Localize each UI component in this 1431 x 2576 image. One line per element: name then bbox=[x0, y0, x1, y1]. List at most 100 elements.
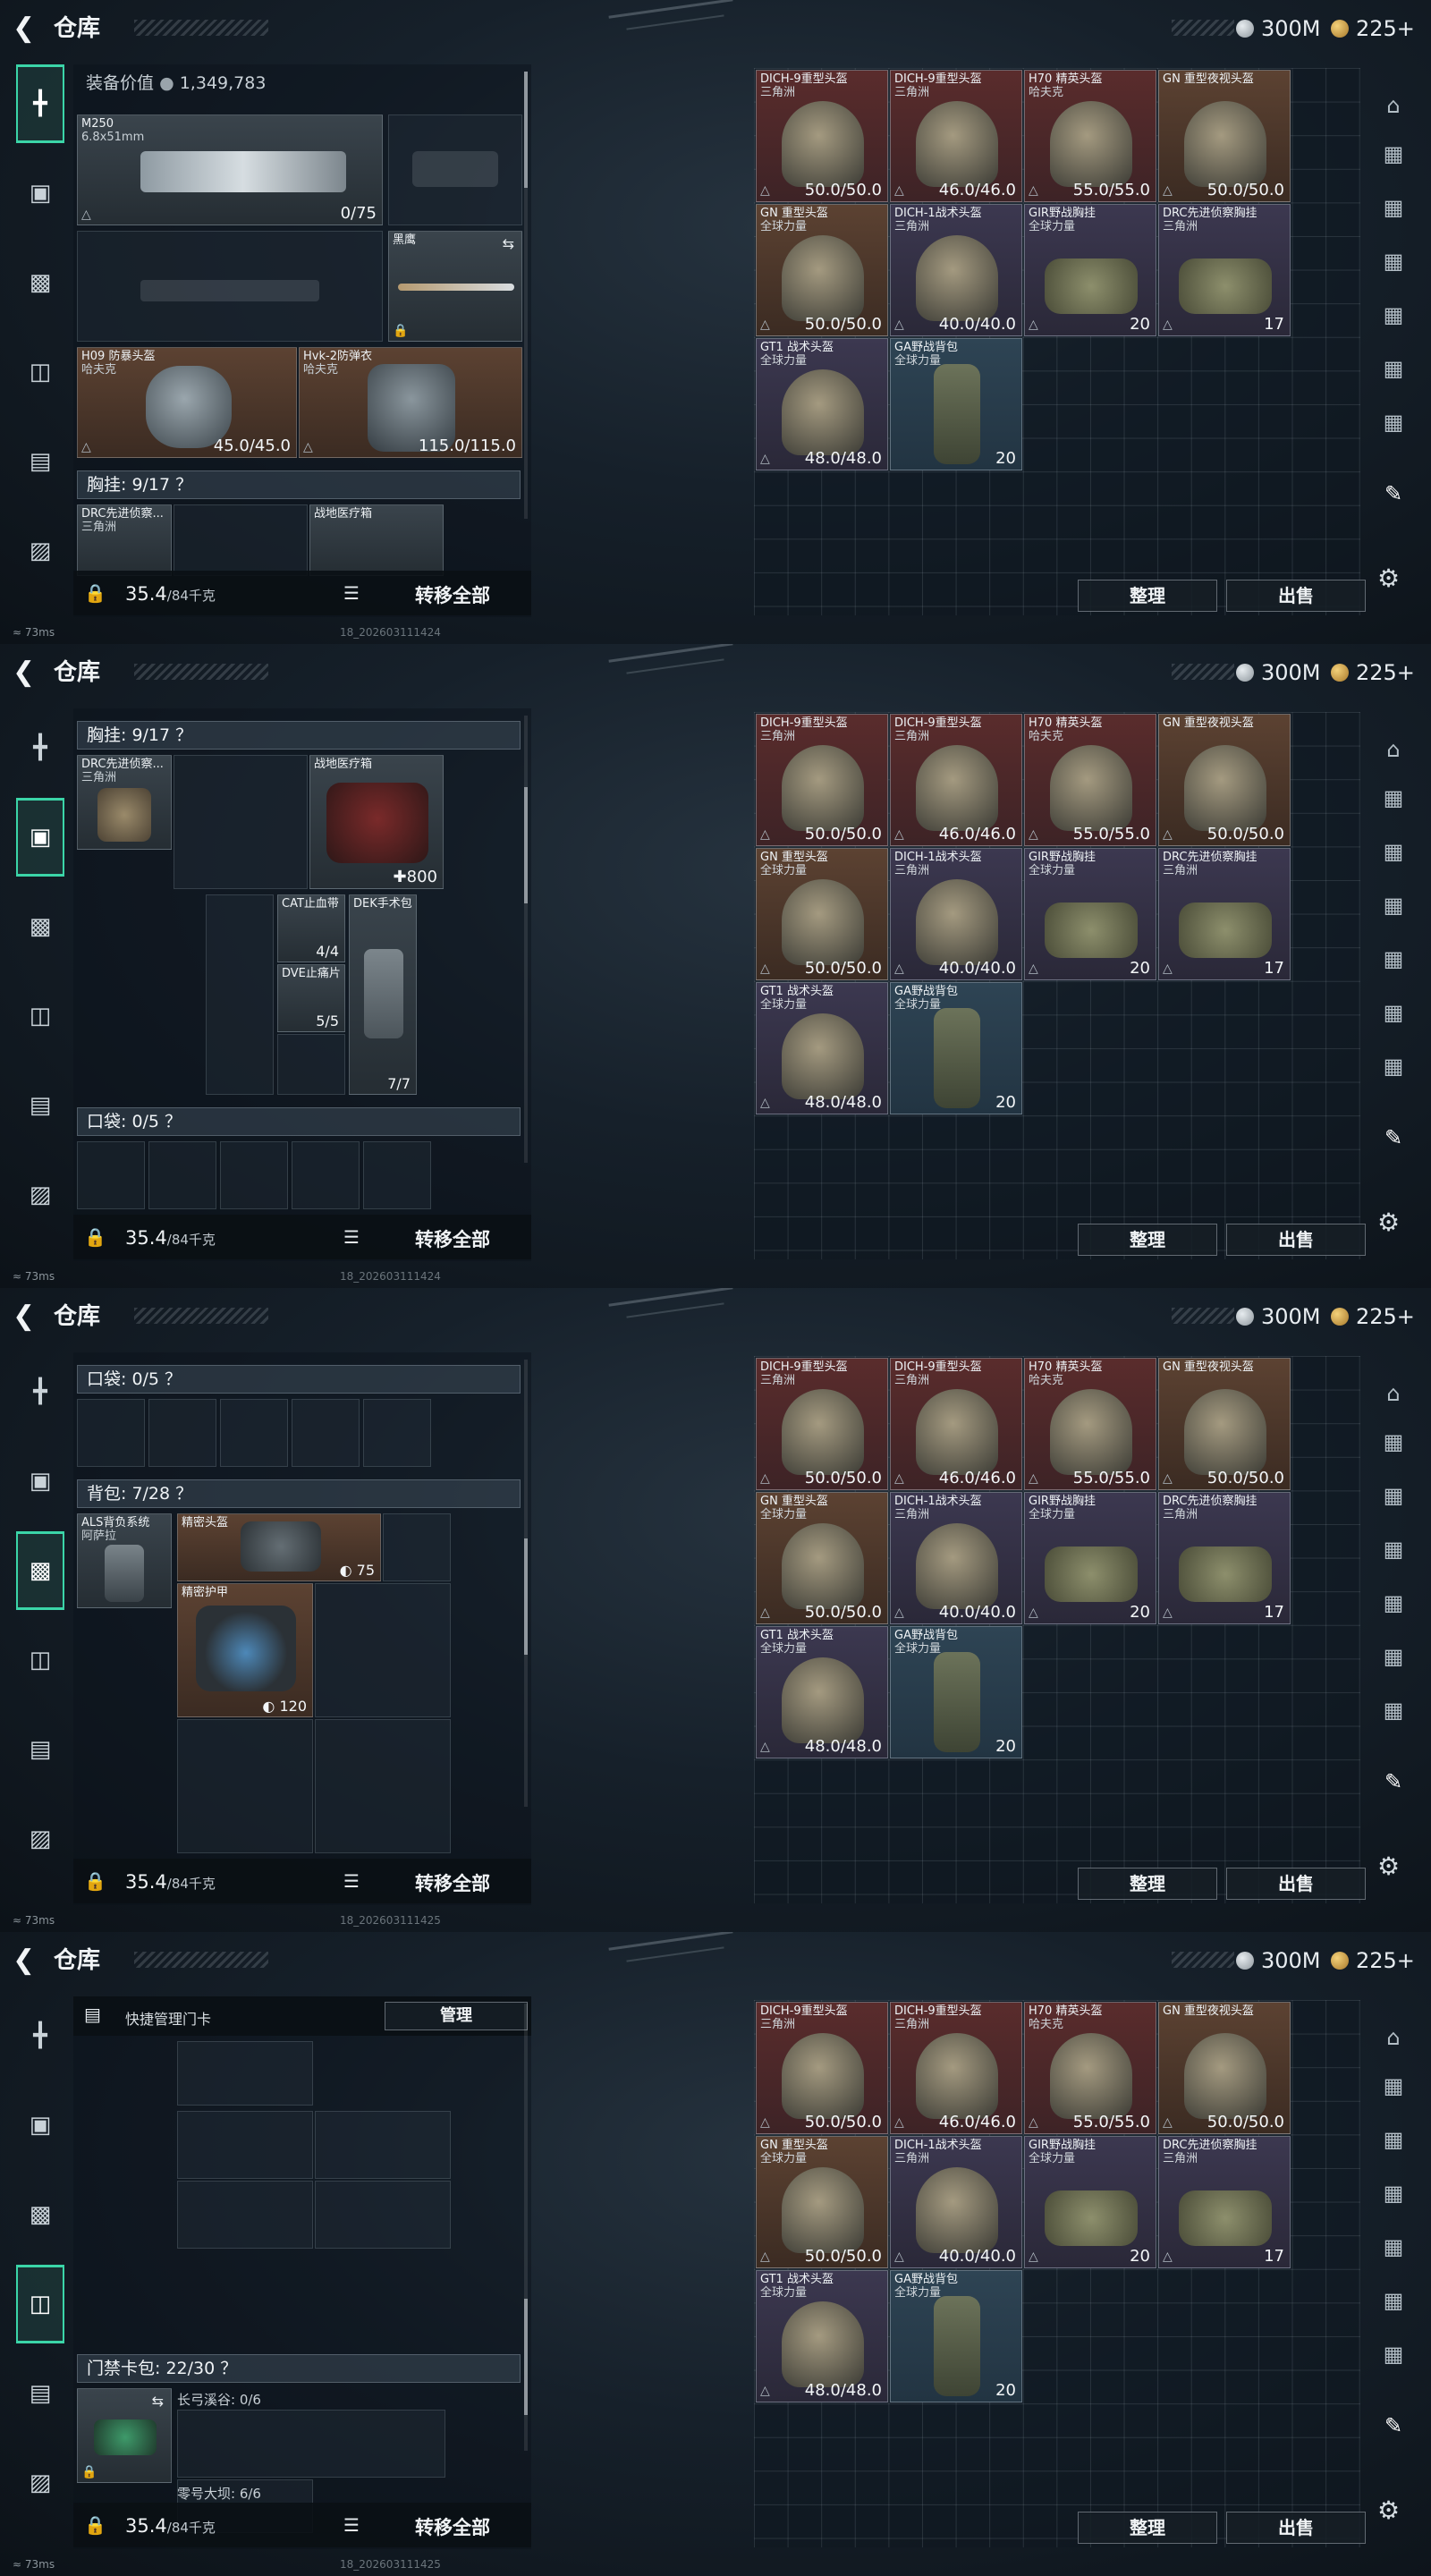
stash-tab-icon[interactable]: ▦ bbox=[1376, 2283, 1411, 2318]
sidebar-item-chest[interactable]: ▣ bbox=[16, 1442, 64, 1521]
stash-item[interactable]: DRC先进侦察胸挂 三角洲 △ 17 bbox=[1158, 848, 1291, 980]
scroll-thumb[interactable] bbox=[524, 1538, 528, 1655]
pocket-slot[interactable] bbox=[77, 1141, 145, 1209]
stash-item[interactable]: DICH-9重型头盔 三角洲 △ 50.0/50.0 bbox=[756, 2002, 888, 2134]
stash-item[interactable]: DRC先进侦察胸挂 三角洲 △ 17 bbox=[1158, 2136, 1291, 2268]
chest-rig-item[interactable]: DRC先进侦察... 三角洲 bbox=[77, 504, 172, 576]
sell-button[interactable]: 出售 bbox=[1226, 1868, 1366, 1900]
pocket-slot[interactable] bbox=[363, 1141, 431, 1209]
lock-icon[interactable]: 🔒 bbox=[84, 2514, 106, 2536]
sidebar-item-card[interactable]: ▤ bbox=[16, 1710, 64, 1789]
pocket-slot[interactable] bbox=[220, 1141, 288, 1209]
pocket-slot[interactable] bbox=[292, 1141, 360, 1209]
sidebar-item-backpack[interactable]: ▩ bbox=[16, 2175, 64, 2254]
keycard-row[interactable] bbox=[177, 2410, 445, 2478]
stash-tab-icon[interactable]: ▦ bbox=[1376, 297, 1411, 333]
stash-item[interactable]: GN 重型夜视头盔 △ 50.0/50.0 bbox=[1158, 714, 1291, 846]
pocket-slot[interactable] bbox=[148, 1141, 216, 1209]
stash-item[interactable]: GA野战背包 全球力量 20 bbox=[890, 1626, 1022, 1758]
transfer-all-button[interactable]: 转移全部 bbox=[415, 2513, 490, 2540]
stash-item[interactable]: GN 重型夜视头盔 △ 50.0/50.0 bbox=[1158, 2002, 1291, 2134]
stash-item[interactable]: DICH-1战术头盔 三角洲 △ 40.0/40.0 bbox=[890, 1492, 1022, 1624]
stash-item[interactable]: GIR野战胸挂 全球力量 △ 20 bbox=[1024, 204, 1156, 336]
stash-home-icon[interactable]: ⌂ bbox=[1376, 2020, 1411, 2055]
stash-item[interactable]: DICH-9重型头盔 三角洲 △ 46.0/46.0 bbox=[890, 714, 1022, 846]
stash-item[interactable]: GA野战背包 全球力量 20 bbox=[890, 2270, 1022, 2402]
keycard-slot[interactable] bbox=[177, 2111, 313, 2179]
stash-tab-icon[interactable]: ▦ bbox=[1376, 190, 1411, 225]
sidebar-item-keycard[interactable]: ◫ bbox=[16, 2265, 64, 2343]
sidebar-item-weapon[interactable]: ╋ bbox=[16, 708, 64, 787]
sort-button[interactable]: 整理 bbox=[1078, 1224, 1217, 1256]
stash-tab-icon[interactable]: ▦ bbox=[1376, 834, 1411, 869]
sidebar-item-case[interactable]: ▨ bbox=[16, 1800, 64, 1878]
lock-icon[interactable]: 🔒 bbox=[84, 582, 106, 604]
sidebar-item-backpack[interactable]: ▩ bbox=[16, 1531, 64, 1610]
loadout-scrollbar[interactable] bbox=[524, 1360, 528, 1807]
transfer-all-button[interactable]: 转移全部 bbox=[415, 581, 490, 608]
lock-icon[interactable]: 🔒 bbox=[84, 1870, 106, 1892]
pocket-slot[interactable] bbox=[77, 1399, 145, 1467]
chest-rig-header[interactable]: 胸挂: 9/17 ？ bbox=[77, 470, 521, 499]
sidebar-item-card[interactable]: ▤ bbox=[16, 1066, 64, 1145]
stash-item[interactable]: GIR野战胸挂 全球力量 △ 20 bbox=[1024, 848, 1156, 980]
stash-tab-icon[interactable]: ▦ bbox=[1376, 1424, 1411, 1460]
list-icon[interactable]: ☰ bbox=[343, 1226, 360, 1248]
settings-gear-icon[interactable]: ⚙ bbox=[1377, 1852, 1400, 1881]
manage-button[interactable]: 管理 bbox=[385, 2002, 528, 2030]
stash-tab-icon[interactable]: ▦ bbox=[1376, 1639, 1411, 1674]
stash-tab-icon[interactable]: ▦ bbox=[1376, 2229, 1411, 2265]
stash-item[interactable]: H70 精英头盔 哈夫克 △ 55.0/55.0 bbox=[1024, 70, 1156, 202]
transfer-all-button[interactable]: 转移全部 bbox=[415, 1225, 490, 1252]
sidebar-item-weapon[interactable]: ╋ bbox=[16, 64, 64, 143]
stash-item[interactable]: GT1 战术头盔 全球力量 △ 48.0/48.0 bbox=[756, 2270, 888, 2402]
primary-weapon-slot[interactable]: M250 6.8x51mm △ 0/75 bbox=[77, 114, 383, 225]
stash-tab-icon[interactable]: ▦ bbox=[1376, 243, 1411, 279]
pocket-header[interactable]: 口袋: 0/5 ？ bbox=[77, 1107, 521, 1136]
keycard-slot[interactable] bbox=[177, 2181, 313, 2249]
medbox-item[interactable]: 战地医疗箱 ✚800 bbox=[309, 755, 444, 889]
scroll-thumb[interactable] bbox=[524, 787, 528, 903]
stash-item[interactable]: DRC先进侦察胸挂 三角洲 △ 17 bbox=[1158, 1492, 1291, 1624]
stash-item[interactable]: DICH-9重型头盔 三角洲 △ 50.0/50.0 bbox=[756, 70, 888, 202]
stash-tab-icon[interactable]: ▦ bbox=[1376, 2122, 1411, 2157]
settings-gear-icon[interactable]: ⚙ bbox=[1377, 1208, 1400, 1237]
keycard-slot[interactable] bbox=[177, 2041, 313, 2106]
armor-slot[interactable]: Hvk-2防弹衣 哈夫克 △ 115.0/115.0 bbox=[299, 347, 522, 458]
stash-tab-icon[interactable]: ▦ bbox=[1376, 1048, 1411, 1084]
stash-tab-icon[interactable]: ▦ bbox=[1376, 351, 1411, 386]
stash-item[interactable]: DICH-9重型头盔 三角洲 △ 46.0/46.0 bbox=[890, 2002, 1022, 2134]
stash-item[interactable]: GT1 战术头盔 全球力量 △ 48.0/48.0 bbox=[756, 982, 888, 1114]
stash-item[interactable]: GN 重型夜视头盔 △ 50.0/50.0 bbox=[1158, 70, 1291, 202]
sell-button[interactable]: 出售 bbox=[1226, 1224, 1366, 1256]
pistol-slot[interactable] bbox=[388, 114, 522, 225]
sidebar-item-weapon[interactable]: ╋ bbox=[16, 1352, 64, 1431]
helmet-slot[interactable]: H09 防暴头盔 哈夫克 △ 45.0/45.0 bbox=[77, 347, 297, 458]
stash-item[interactable]: GN 重型头盔 全球力量 △ 50.0/50.0 bbox=[756, 204, 888, 336]
sidebar-item-card[interactable]: ▤ bbox=[16, 422, 64, 501]
stash-tab-icon[interactable]: ▦ bbox=[1376, 1692, 1411, 1728]
pocket-slot[interactable] bbox=[220, 1399, 288, 1467]
list-icon[interactable]: ☰ bbox=[343, 582, 360, 604]
stash-tab-icon[interactable]: ▦ bbox=[1376, 941, 1411, 977]
loadout-scrollbar[interactable] bbox=[524, 72, 528, 519]
stash-tab-icon[interactable]: ▦ bbox=[1376, 780, 1411, 816]
stash-item[interactable]: GN 重型头盔 全球力量 △ 50.0/50.0 bbox=[756, 848, 888, 980]
stash-item[interactable]: GN 重型头盔 全球力量 △ 50.0/50.0 bbox=[756, 2136, 888, 2268]
chest-slot-empty[interactable] bbox=[277, 1034, 345, 1095]
pocket-slot[interactable] bbox=[148, 1399, 216, 1467]
backpack-slot[interactable] bbox=[383, 1513, 451, 1581]
precision-armor-box[interactable]: 精密护甲 ◐ 120 bbox=[177, 1583, 313, 1717]
medbox-item[interactable]: 战地医疗箱 bbox=[309, 504, 444, 576]
chest-rig-header[interactable]: 胸挂: 9/17 ？ bbox=[77, 721, 521, 750]
dek-surgery-item[interactable]: DEK手术包 7/7 bbox=[349, 894, 417, 1095]
stash-item[interactable]: GA野战背包 全球力量 20 bbox=[890, 338, 1022, 470]
stash-item[interactable]: DICH-9重型头盔 三角洲 △ 46.0/46.0 bbox=[890, 70, 1022, 202]
back-icon[interactable]: ❮ bbox=[13, 1301, 39, 1333]
stash-item[interactable]: GT1 战术头盔 全球力量 △ 48.0/48.0 bbox=[756, 1626, 888, 1758]
back-icon[interactable]: ❮ bbox=[13, 657, 39, 689]
sidebar-item-card[interactable]: ▤ bbox=[16, 2354, 64, 2433]
backpack-item[interactable]: ALS背负系统 阿萨拉 bbox=[77, 1513, 172, 1608]
sort-button[interactable]: 整理 bbox=[1078, 2512, 1217, 2544]
sidebar-item-weapon[interactable]: ╋ bbox=[16, 1996, 64, 2075]
